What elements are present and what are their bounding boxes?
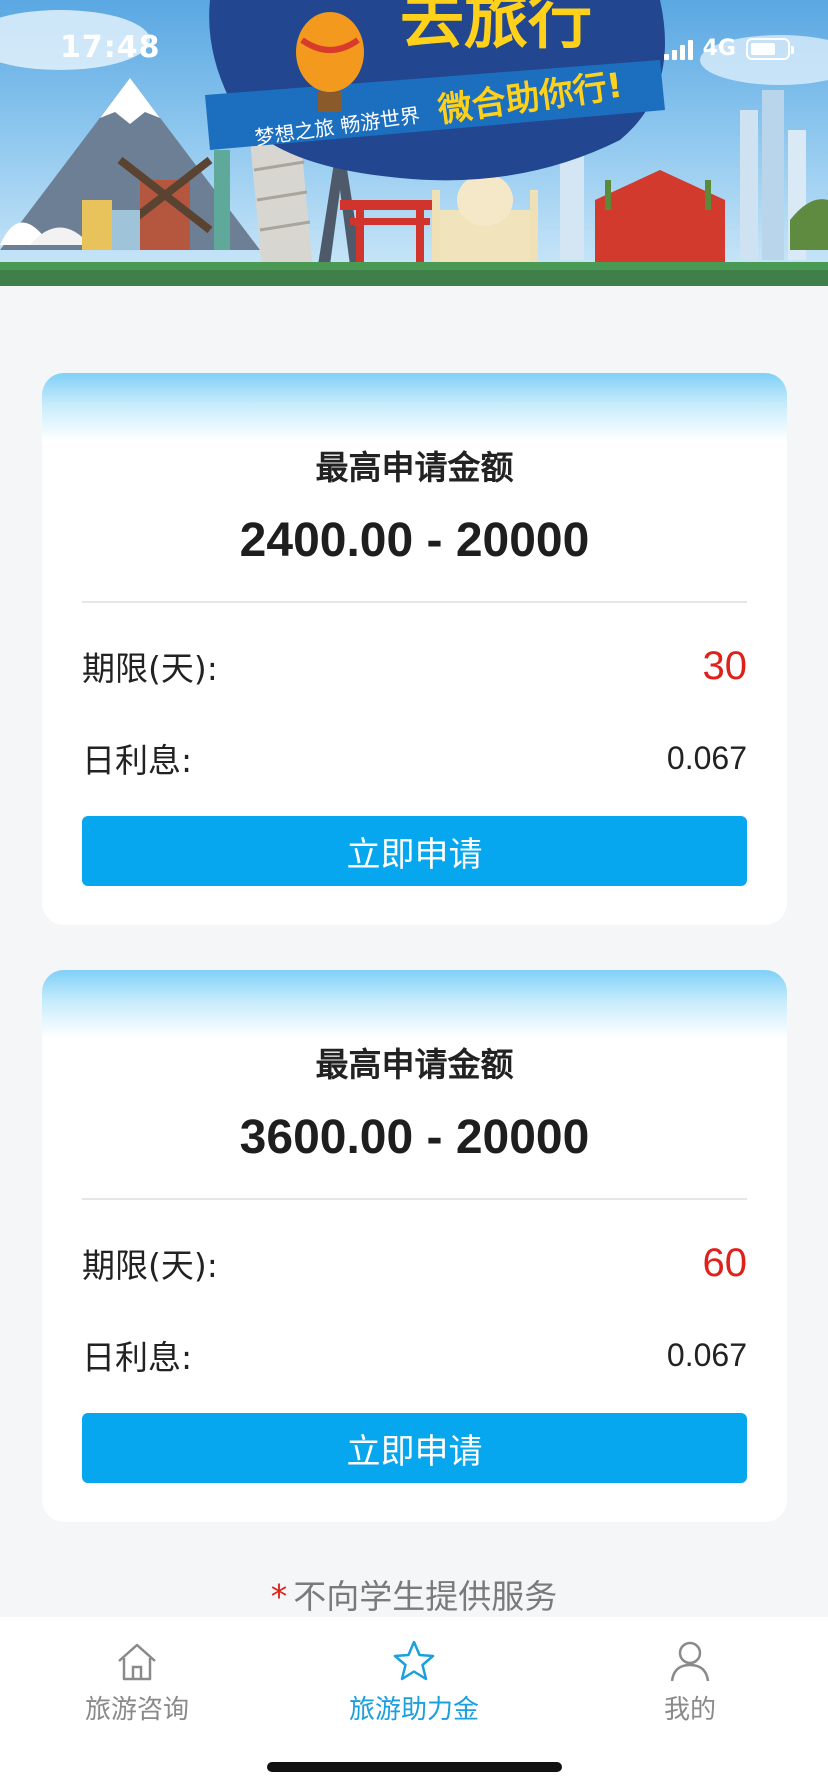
tab-my[interactable]: 我的 (590, 1627, 790, 1737)
term-value: 30 (702, 643, 748, 688)
battery-icon (746, 37, 794, 60)
tab-label: 旅游咨询 (84, 1695, 189, 1725)
card-amount-range: 3600.00 - 20000 (239, 1111, 590, 1164)
service-notice: * 不向学生提供服务 (0, 1570, 828, 1618)
daily-interest-row: 日利息: 0.067 (82, 1330, 747, 1380)
daily-interest-row: 日利息: 0.067 (82, 733, 747, 783)
tab-travel-fund[interactable]: 旅游助力金 (314, 1627, 514, 1737)
term-value: 60 (702, 1240, 748, 1285)
cellular-signal-icon (663, 38, 693, 60)
term-label: 期限(天): (82, 1246, 218, 1285)
daily-interest-label: 日利息: (82, 741, 193, 780)
user-icon (670, 1641, 710, 1682)
status-time: 17:48 (60, 30, 161, 65)
daily-interest-value: 0.067 (666, 739, 747, 776)
term-row: 期限(天): 30 (82, 641, 747, 691)
tab-label: 我的 (663, 1695, 716, 1725)
loan-card: 最高申请金额 3600.00 - 20000 期限(天): 60 日利息: 0.… (42, 970, 787, 1522)
daily-interest-label: 日利息: (82, 1338, 193, 1377)
card-divider (82, 1198, 747, 1200)
apply-now-button[interactable]: 立即申请 (82, 1413, 747, 1483)
apply-now-button[interactable]: 立即申请 (82, 816, 747, 886)
tab-label: 旅游助力金 (348, 1695, 479, 1725)
card-amount-range: 2400.00 - 20000 (239, 514, 590, 567)
daily-interest-value: 0.067 (666, 1336, 747, 1373)
card-divider (82, 601, 747, 603)
tab-travel-consult[interactable]: 旅游咨询 (37, 1627, 237, 1737)
notice-asterisk: * (270, 1577, 288, 1616)
app-screen: 去旅行 梦想之旅 畅游世界 微合助你行! 17:48 4G 最高申请金额 240… (0, 0, 828, 1792)
term-label: 期限(天): (82, 649, 218, 688)
home-indicator[interactable] (267, 1762, 562, 1772)
network-type: 4G (702, 36, 736, 61)
term-row: 期限(天): 60 (82, 1238, 747, 1288)
home-icon (118, 1643, 156, 1681)
card-title: 最高申请金额 (315, 448, 514, 487)
star-icon (393, 1640, 435, 1681)
loan-card: 最高申请金额 2400.00 - 20000 期限(天): 30 日利息: 0.… (42, 373, 787, 925)
notice-text: 不向学生提供服务 (293, 1577, 558, 1616)
card-title: 最高申请金额 (315, 1045, 514, 1084)
status-bar: 17:48 4G (0, 0, 828, 100)
status-indicators: 4G (663, 36, 794, 61)
